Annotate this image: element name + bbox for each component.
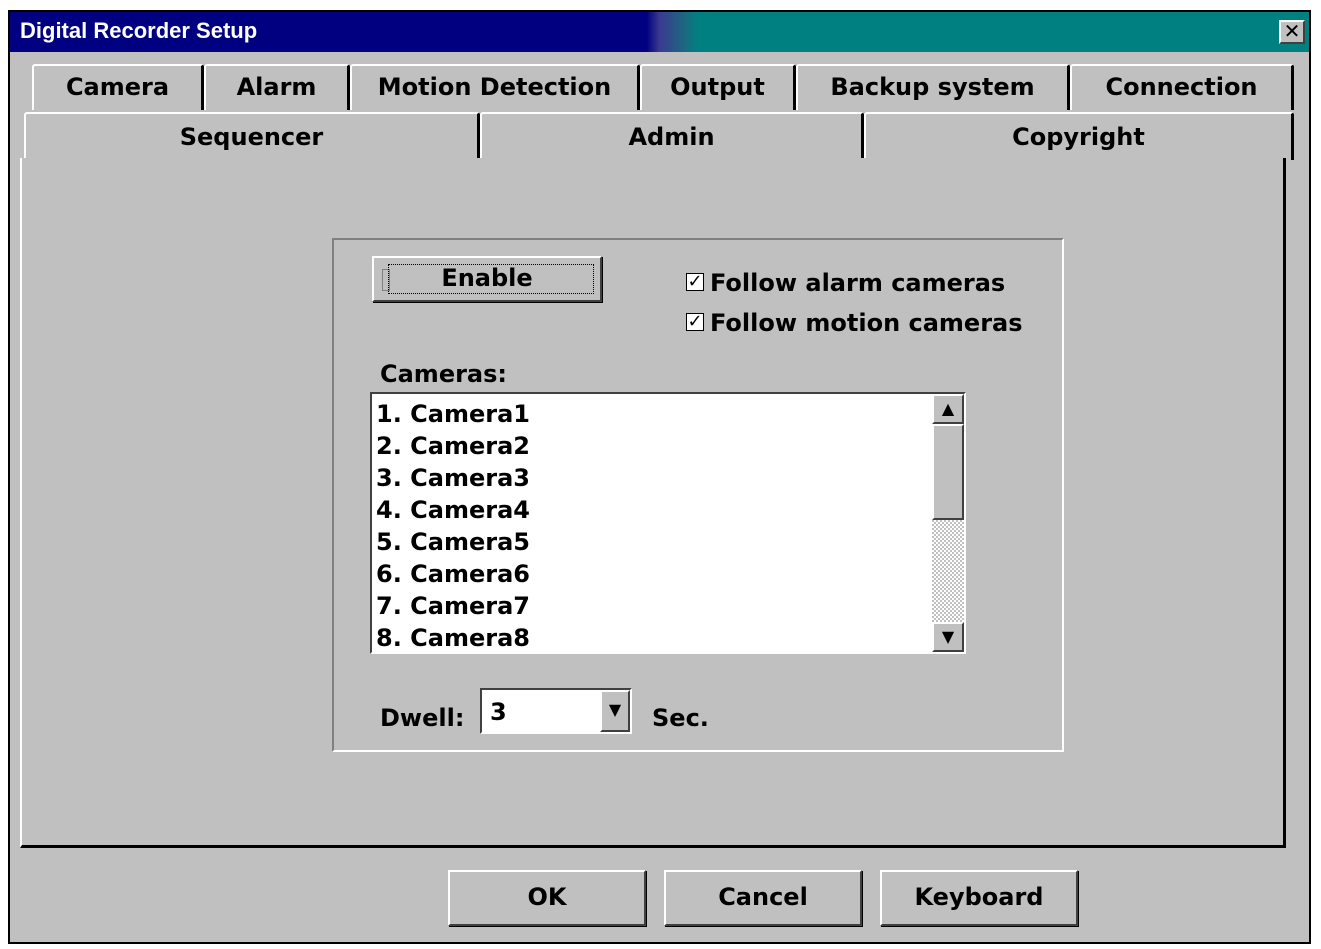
cancel-button[interactable]: Cancel xyxy=(664,870,862,926)
dwell-unit: Sec. xyxy=(652,704,709,732)
list-item[interactable]: 2. Camera2 xyxy=(376,430,928,462)
follow-alarm-checkbox[interactable]: ✓ Follow alarm cameras xyxy=(686,268,1005,298)
tab-motion-detection[interactable]: Motion Detection xyxy=(350,64,640,110)
ok-button[interactable]: OK xyxy=(448,870,646,926)
list-item[interactable]: 4. Camera4 xyxy=(376,494,928,526)
list-item[interactable]: 8. Camera8 xyxy=(376,622,928,652)
follow-motion-checkbox[interactable]: ✓ Follow motion cameras xyxy=(686,308,1023,338)
tab-sequencer[interactable]: Sequencer xyxy=(24,112,480,160)
follow-alarm-label: Follow alarm cameras xyxy=(710,269,1006,297)
scroll-up-icon[interactable]: ▲ xyxy=(932,394,964,424)
check-icon[interactable]: ✓ xyxy=(686,313,704,331)
follow-motion-label: Follow motion cameras xyxy=(710,309,1023,337)
tab-alarm[interactable]: Alarm xyxy=(204,64,350,110)
chevron-down-icon[interactable]: ▼ xyxy=(600,690,630,732)
scroll-down-icon[interactable]: ▼ xyxy=(932,622,964,652)
list-item[interactable]: 6. Camera6 xyxy=(376,558,928,590)
title-bar[interactable]: Digital Recorder Setup ✕ xyxy=(10,12,1309,52)
list-item[interactable]: 3. Camera3 xyxy=(376,462,928,494)
close-icon[interactable]: ✕ xyxy=(1279,20,1305,44)
list-item[interactable]: 7. Camera7 xyxy=(376,590,928,622)
scroll-thumb[interactable] xyxy=(932,424,964,520)
cameras-label: Cameras: xyxy=(380,360,508,388)
tab-output[interactable]: Output xyxy=(640,64,796,110)
enable-button[interactable]: Enable xyxy=(372,256,602,302)
check-icon[interactable]: ✓ xyxy=(686,273,704,291)
keyboard-button[interactable]: Keyboard xyxy=(880,870,1078,926)
cameras-scrollbar[interactable]: ▲ ▼ xyxy=(932,394,964,652)
focus-rect xyxy=(388,264,594,294)
tab-copyright[interactable]: Copyright xyxy=(864,112,1294,160)
tab-camera[interactable]: Camera xyxy=(32,64,204,110)
tab-admin[interactable]: Admin xyxy=(480,112,864,160)
dwell-select[interactable]: 3 ▼ xyxy=(480,688,632,734)
dwell-value: 3 xyxy=(490,698,507,726)
list-item[interactable]: 5. Camera5 xyxy=(376,526,928,558)
dwell-label: Dwell: xyxy=(380,704,465,732)
cameras-listbox[interactable]: 1. Camera1 2. Camera2 3. Camera3 4. Came… xyxy=(370,392,966,654)
window-title: Digital Recorder Setup xyxy=(20,18,258,43)
tab-connection[interactable]: Connection xyxy=(1070,64,1294,110)
tab-backup-system[interactable]: Backup system xyxy=(796,64,1070,110)
list-item[interactable]: 1. Camera1 xyxy=(376,398,928,430)
